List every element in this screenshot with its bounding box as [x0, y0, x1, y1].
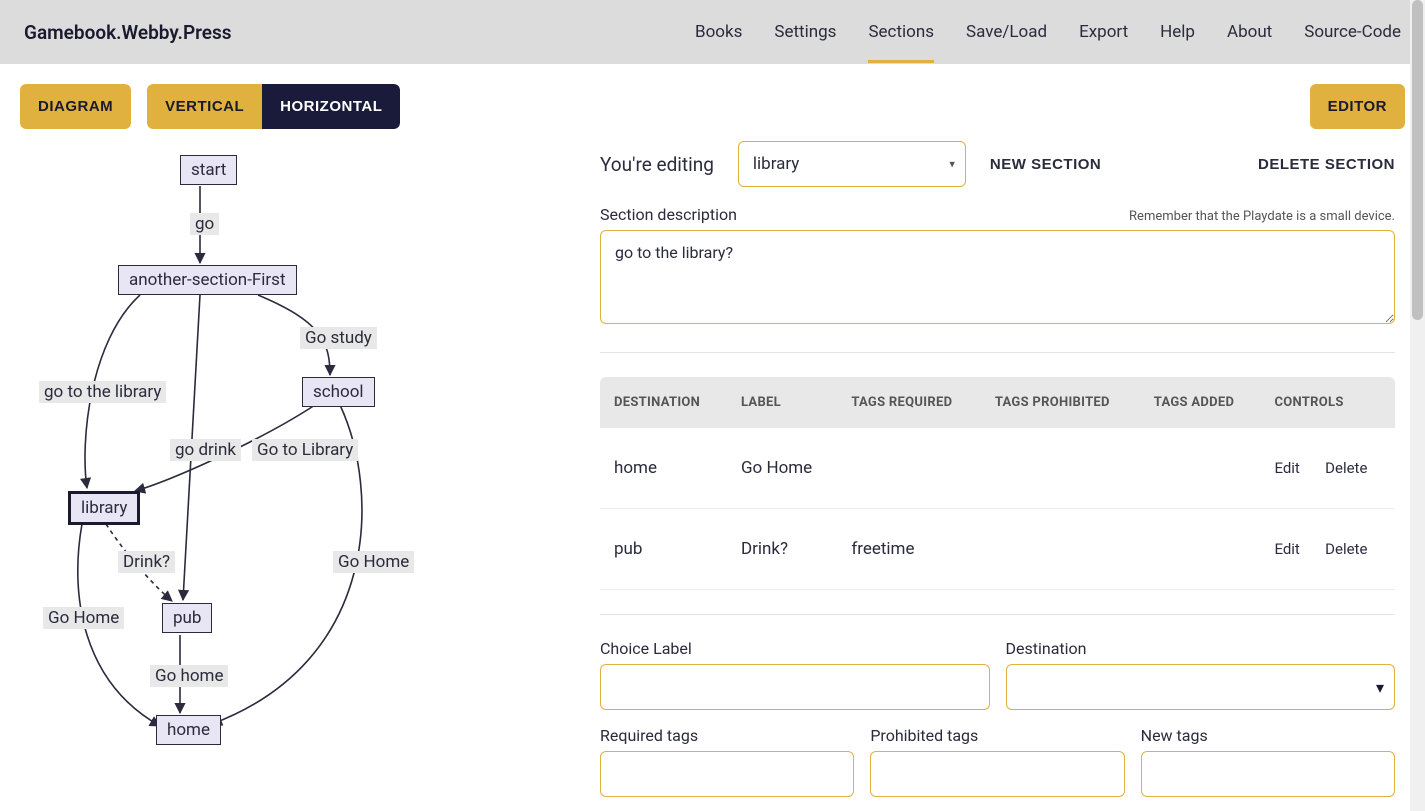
- delete-link[interactable]: Delete: [1325, 540, 1367, 558]
- edge-label-go-drink: go drink: [170, 439, 241, 461]
- required-tags-label: Required tags: [600, 726, 854, 745]
- prohibited-tags-label: Prohibited tags: [870, 726, 1124, 745]
- th-tags-required: TAGS REQUIRED: [837, 377, 981, 428]
- cell-tags-added: [1140, 509, 1261, 590]
- nav-source[interactable]: Source-Code: [1304, 2, 1401, 63]
- new-tags-input[interactable]: [1141, 751, 1395, 797]
- node-library[interactable]: library: [68, 491, 140, 525]
- edge-label-go-to-library-2: Go to Library: [252, 439, 358, 461]
- choice-label-label: Choice Label: [600, 639, 990, 658]
- edge-label-go: go: [190, 213, 219, 235]
- destination-select[interactable]: ▾: [1006, 664, 1396, 710]
- th-label: LABEL: [727, 377, 837, 428]
- node-pub[interactable]: pub: [162, 603, 212, 633]
- description-textarea[interactable]: [600, 230, 1395, 324]
- diagram-button-group: DIAGRAM: [20, 84, 131, 129]
- nav-about[interactable]: About: [1227, 2, 1272, 63]
- nav-saveload[interactable]: Save/Load: [966, 2, 1047, 63]
- cell-tags-required: freetime: [837, 509, 981, 590]
- description-hint: Remember that the Playdate is a small de…: [1129, 209, 1395, 224]
- choices-table: DESTINATION LABEL TAGS REQUIRED TAGS PRO…: [600, 377, 1395, 590]
- cell-tags-prohibited: [981, 509, 1140, 590]
- nav-books[interactable]: Books: [695, 2, 742, 63]
- horizontal-button[interactable]: HORIZONTAL: [262, 84, 400, 129]
- topbar: Gamebook.Webby.Press Books Settings Sect…: [0, 0, 1425, 64]
- diagram-button[interactable]: DIAGRAM: [20, 84, 131, 129]
- scrollbar-thumb[interactable]: [1412, 0, 1423, 320]
- editing-label: You're editing: [600, 153, 714, 176]
- divider: [600, 352, 1395, 353]
- nav-help[interactable]: Help: [1160, 2, 1195, 63]
- nav-sections[interactable]: Sections: [868, 2, 934, 63]
- chevron-down-icon: ▾: [949, 158, 955, 171]
- th-controls: CONTROLS: [1260, 377, 1395, 428]
- edge-label-go-home-right: Go Home: [333, 551, 414, 573]
- prohibited-tags-input[interactable]: [870, 751, 1124, 797]
- edit-link[interactable]: Edit: [1274, 540, 1299, 558]
- section-select[interactable]: library ▾: [738, 141, 966, 187]
- edge-label-go-home-left: Go Home: [43, 607, 124, 629]
- orientation-segment: VERTICAL HORIZONTAL: [147, 84, 400, 129]
- edit-pane: You're editing library ▾ NEW SECTION DEL…: [600, 141, 1405, 797]
- chevron-down-icon: ▾: [1376, 678, 1384, 697]
- edit-link[interactable]: Edit: [1274, 459, 1299, 477]
- th-destination: DESTINATION: [600, 377, 727, 428]
- vertical-button[interactable]: VERTICAL: [147, 84, 262, 129]
- cell-tags-added: [1140, 428, 1261, 509]
- cell-destination: pub: [600, 509, 727, 590]
- edge-label-go-home-pub: Go home: [150, 665, 228, 687]
- destination-label: Destination: [1006, 639, 1396, 658]
- th-tags-added: TAGS ADDED: [1140, 377, 1261, 428]
- required-tags-input[interactable]: [600, 751, 854, 797]
- edge-label-go-study: Go study: [300, 327, 377, 349]
- delete-section-button[interactable]: DELETE SECTION: [1258, 156, 1395, 173]
- page-scrollbar[interactable]: [1410, 0, 1425, 811]
- diagram-svg: [20, 141, 580, 781]
- cell-label: Drink?: [727, 509, 837, 590]
- table-row: pub Drink? freetime Edit Delete: [600, 509, 1395, 590]
- delete-link[interactable]: Delete: [1325, 459, 1367, 477]
- section-select-value: library: [753, 154, 799, 174]
- edge-label-drink: Drink?: [118, 551, 175, 573]
- cell-tags-prohibited: [981, 428, 1140, 509]
- node-school[interactable]: school: [302, 377, 375, 407]
- new-tags-label: New tags: [1141, 726, 1395, 745]
- new-section-button[interactable]: NEW SECTION: [990, 156, 1101, 173]
- diagram-pane: start go another-section-First Go study …: [20, 141, 580, 797]
- node-home[interactable]: home: [156, 715, 221, 745]
- node-start[interactable]: start: [180, 155, 237, 185]
- th-tags-prohibited: TAGS PROHIBITED: [981, 377, 1140, 428]
- nav-settings[interactable]: Settings: [774, 2, 836, 63]
- cell-tags-required: [837, 428, 981, 509]
- main-nav: Books Settings Sections Save/Load Export…: [695, 2, 1401, 63]
- table-row: home Go Home Edit Delete: [600, 428, 1395, 509]
- brand-title: Gamebook.Webby.Press: [24, 21, 232, 44]
- edge-label-go-to-library: go to the library: [39, 381, 166, 403]
- choice-label-input[interactable]: [600, 664, 990, 710]
- divider: [600, 614, 1395, 615]
- cell-label: Go Home: [727, 428, 837, 509]
- nav-export[interactable]: Export: [1079, 2, 1128, 63]
- view-toolbar: DIAGRAM VERTICAL HORIZONTAL EDITOR: [0, 64, 1425, 129]
- node-another-section-first[interactable]: another-section-First: [118, 265, 297, 295]
- description-label: Section description: [600, 205, 737, 224]
- editor-button[interactable]: EDITOR: [1310, 84, 1405, 129]
- cell-destination: home: [600, 428, 727, 509]
